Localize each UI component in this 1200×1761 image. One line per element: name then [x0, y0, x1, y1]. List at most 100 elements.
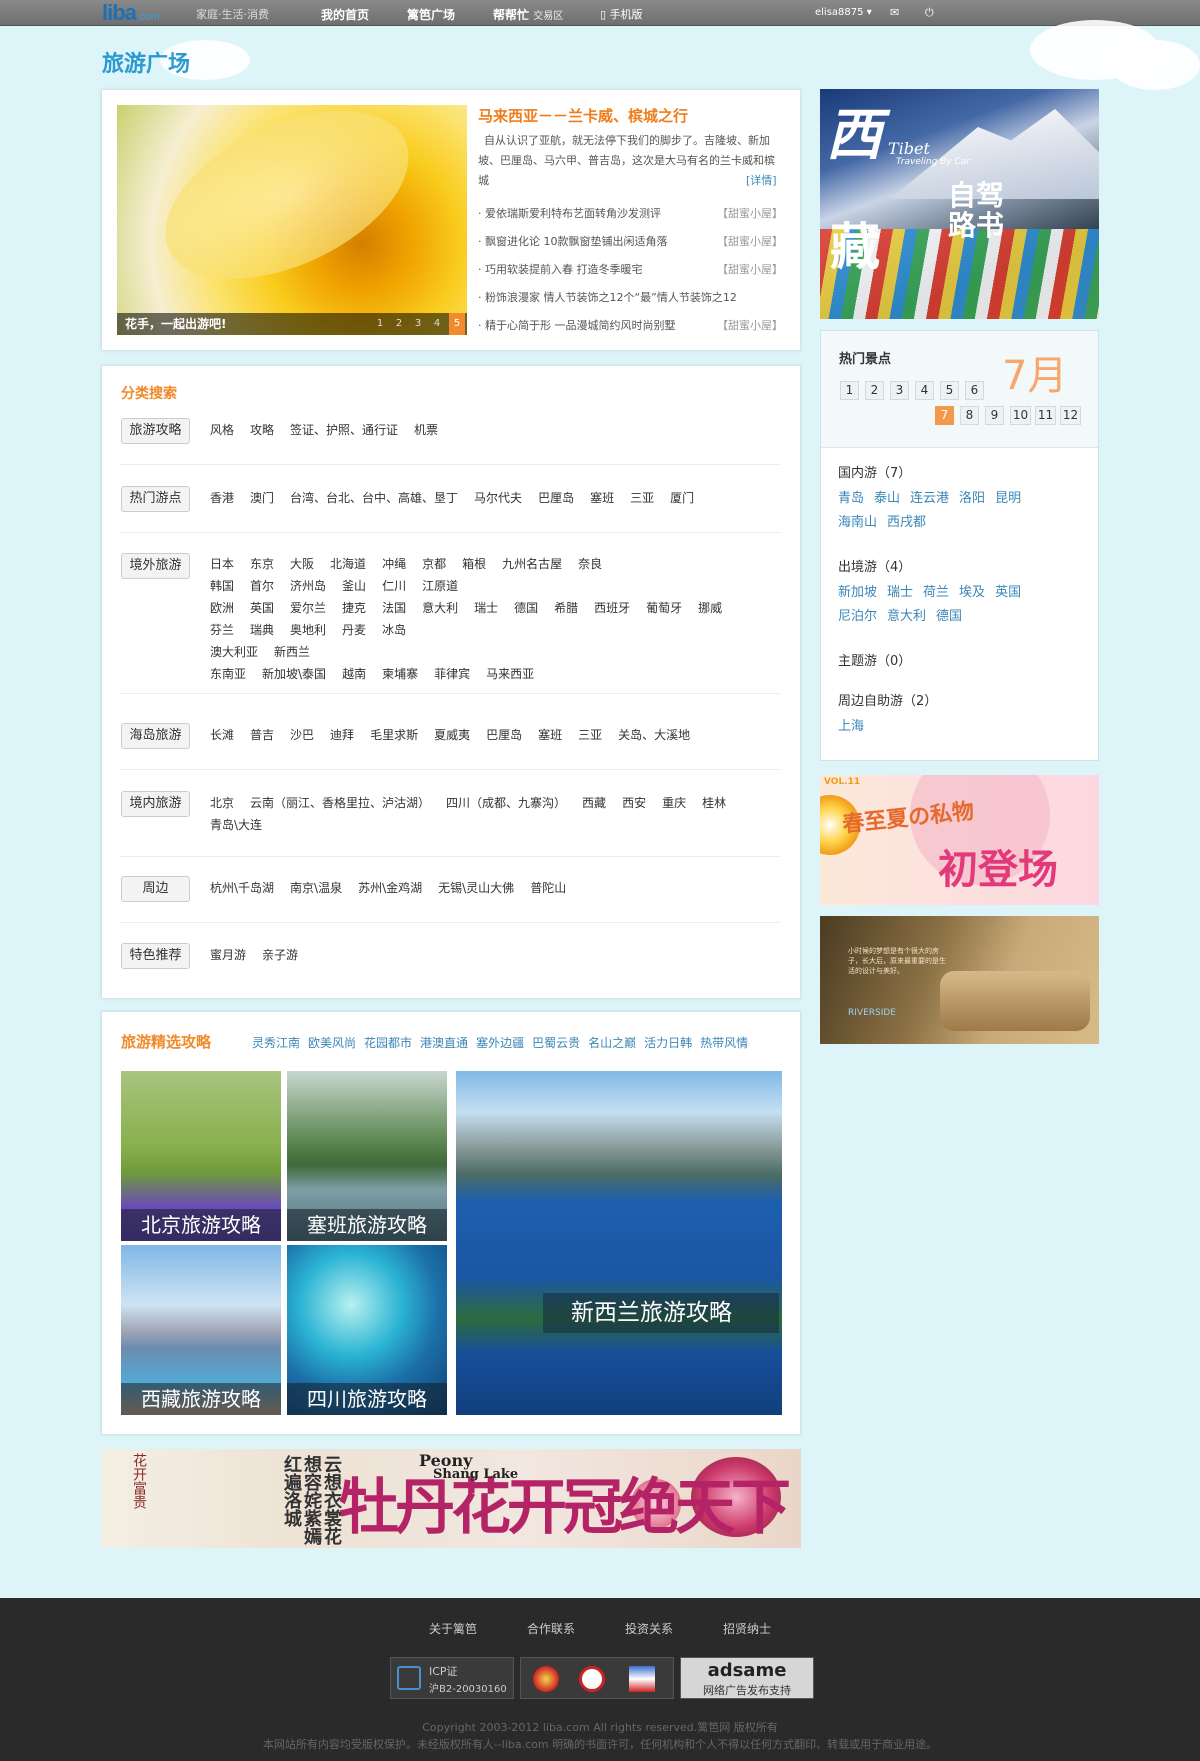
hot-link[interactable]: 埃及 — [959, 581, 985, 605]
hot-link[interactable]: 洛阳 — [959, 487, 985, 511]
category-link[interactable]: 希腊 — [554, 597, 578, 619]
category-button-islands[interactable]: 海岛旅游 — [121, 723, 190, 749]
category-link[interactable]: 奈良 — [578, 553, 602, 575]
featured-list-item[interactable]: · 爱依瑞斯爱利特布艺面转角沙发测评 【甜蜜小屋】 — [478, 205, 783, 221]
month-9[interactable]: 9 — [985, 406, 1004, 425]
category-button-featured[interactable]: 特色推荐 — [121, 943, 190, 969]
category-link[interactable]: 长滩 — [210, 724, 234, 746]
category-link[interactable]: 九州名古屋 — [502, 553, 562, 575]
guide-tab[interactable]: 欧美风尚 — [308, 1036, 356, 1050]
guide-tab[interactable]: 港澳直通 — [420, 1036, 468, 1050]
slide-page-4[interactable]: 4 — [429, 316, 445, 332]
liba-logo[interactable]: liba.com — [102, 2, 160, 28]
category-row-label[interactable]: 新西兰 — [274, 641, 310, 663]
featured-list-item[interactable]: · 飘窗进化论 10款飘窗垫铺出闲适角落 【甜蜜小屋】 — [478, 233, 783, 249]
category-link[interactable]: 签证、护照、通行证 — [290, 419, 398, 441]
overseas-group-title[interactable]: 出境游（4） — [838, 556, 911, 575]
category-link[interactable]: 迪拜 — [330, 724, 354, 746]
interior-design-ad[interactable]: 小时候的梦想是有个很大的房子，长大后，原来最重要的是生活的设计与美好。 RIVE… — [820, 916, 1099, 1044]
category-link[interactable]: 机票 — [414, 419, 438, 441]
category-link[interactable]: 杭州\千岛湖 — [210, 877, 274, 899]
category-link[interactable]: 云南（丽江、香格里拉、泸沽湖） — [250, 792, 430, 814]
spring-fashion-ad[interactable]: VOL.11 春至夏の私物 初登场 — [820, 775, 1099, 905]
category-link[interactable]: 京都 — [422, 553, 446, 575]
category-button-nearby[interactable]: 周边 — [121, 876, 190, 902]
slide-page-5[interactable]: 5 — [449, 313, 465, 335]
category-link[interactable]: 沙巴 — [290, 724, 314, 746]
featured-list-item[interactable]: · 精于心简于形 一品漫城简约风时尚别墅 【甜蜜小屋】 — [478, 317, 783, 333]
user-menu[interactable]: elisa8875 ▾ — [815, 7, 872, 18]
police-mascot-icon[interactable] — [629, 1666, 655, 1692]
nav-mobile[interactable]: ▯ 手机版 — [600, 6, 643, 22]
footer-link-about[interactable]: 关于篱笆 — [429, 1622, 477, 1636]
tibet-road-trip-banner[interactable]: 西 Tibet Traveling By Car 藏 自驾路书 — [820, 89, 1099, 319]
hot-link[interactable]: 尼泊尔 — [838, 605, 877, 629]
category-link[interactable]: 西班牙 — [594, 597, 630, 619]
category-link[interactable]: 英国 — [250, 597, 274, 619]
category-row-label[interactable]: 澳大利亚 — [210, 641, 258, 663]
hot-link[interactable]: 英国 — [995, 581, 1021, 605]
guide-tab[interactable]: 塞外边疆 — [476, 1036, 524, 1050]
month-2[interactable]: 2 — [865, 381, 884, 400]
month-5[interactable]: 5 — [940, 381, 959, 400]
category-link[interactable]: 法国 — [382, 597, 406, 619]
category-link[interactable]: 冲绳 — [382, 553, 406, 575]
category-button-guides[interactable]: 旅游攻略 — [121, 418, 190, 444]
category-link[interactable]: 德国 — [514, 597, 538, 619]
hot-link[interactable]: 新加坡 — [838, 581, 877, 605]
category-link[interactable]: 挪威 — [698, 597, 722, 619]
category-link[interactable]: 丹麦 — [342, 619, 366, 641]
saipan-guide-card[interactable]: 塞班旅游攻略 — [287, 1071, 447, 1241]
network-police-icon[interactable] — [579, 1666, 605, 1692]
category-link[interactable]: 南京\温泉 — [290, 877, 342, 899]
category-link[interactable]: 北海道 — [330, 553, 366, 575]
nearby-group-title[interactable]: 周边自助游（2） — [838, 690, 937, 709]
slide-page-3[interactable]: 3 — [410, 316, 426, 332]
category-link[interactable]: 北京 — [210, 792, 234, 814]
category-link[interactable]: 柬埔寨 — [382, 663, 418, 685]
footer-link-cooperation[interactable]: 合作联系 — [527, 1622, 575, 1636]
month-4[interactable]: 4 — [915, 381, 934, 400]
category-button-overseas[interactable]: 境外旅游 — [121, 553, 190, 579]
month-6[interactable]: 6 — [965, 381, 984, 400]
new-zealand-guide-card[interactable]: 新西兰旅游攻略 — [456, 1071, 782, 1415]
guide-tab[interactable]: 名山之巅 — [588, 1036, 636, 1050]
featured-list-item[interactable]: · 巧用软装提前入春 打造冬季暖宅 【甜蜜小屋】 — [478, 261, 783, 277]
hot-link[interactable]: 青岛 — [838, 487, 864, 511]
category-link[interactable]: 夏威夷 — [434, 724, 470, 746]
category-link[interactable]: 重庆 — [662, 792, 686, 814]
hot-link[interactable]: 海南山 — [838, 511, 877, 535]
featured-list-item[interactable]: · 粉饰浪漫家 情人节装饰之12个“最”情人节装饰之12 — [478, 289, 783, 305]
category-link[interactable]: 冰岛 — [382, 619, 406, 641]
nav-trading-zone[interactable]: 交易区 — [533, 11, 563, 22]
guide-tab[interactable]: 巴蜀云贵 — [532, 1036, 580, 1050]
month-1[interactable]: 1 — [840, 381, 859, 400]
beijing-guide-card[interactable]: 北京旅游攻略 — [121, 1071, 281, 1241]
category-link[interactable]: 三亚 — [630, 487, 654, 509]
guide-tab[interactable]: 灵秀江南 — [252, 1036, 300, 1050]
guide-tab[interactable]: 花园都市 — [364, 1036, 412, 1050]
category-link[interactable]: 捷克 — [342, 597, 366, 619]
category-link[interactable]: 东京 — [250, 553, 274, 575]
category-link[interactable]: 巴厘岛 — [486, 724, 522, 746]
category-link[interactable]: 越南 — [342, 663, 366, 685]
category-link[interactable]: 箱根 — [462, 553, 486, 575]
category-link[interactable]: 西安 — [622, 792, 646, 814]
month-7[interactable]: 7 — [935, 406, 954, 425]
nav-liba-square[interactable]: 篱笆广场 — [407, 6, 455, 23]
category-link[interactable]: 普陀山 — [530, 877, 566, 899]
category-link[interactable]: 芬兰 — [210, 619, 234, 641]
category-link[interactable]: 瑞士 — [474, 597, 498, 619]
category-link[interactable]: 塞班 — [590, 487, 614, 509]
icp-license-badge[interactable]: ICP证 沪B2-20030160 — [390, 1657, 514, 1699]
category-link[interactable]: 台湾、台北、台中、高雄、垦丁 — [290, 487, 458, 509]
category-link[interactable]: 毛里求斯 — [370, 724, 418, 746]
category-link[interactable]: 巴厘岛 — [538, 487, 574, 509]
category-link[interactable]: 塞班 — [538, 724, 562, 746]
hot-link[interactable]: 昆明 — [995, 487, 1021, 511]
hot-link[interactable]: 泰山 — [874, 487, 900, 511]
month-8[interactable]: 8 — [960, 406, 979, 425]
category-link[interactable]: 首尔 — [250, 575, 274, 597]
category-button-domestic[interactable]: 境内旅游 — [121, 791, 190, 817]
category-link[interactable]: 大阪 — [290, 553, 314, 575]
